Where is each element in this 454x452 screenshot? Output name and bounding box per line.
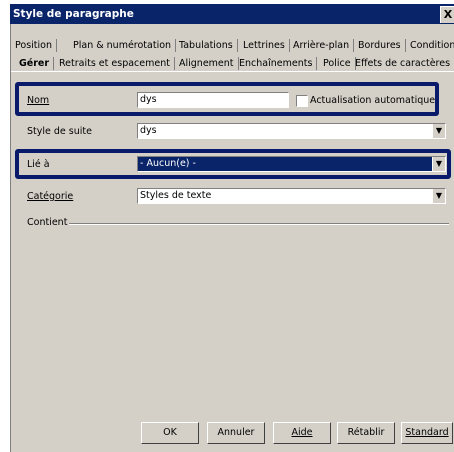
tab-plan-numerotation[interactable]: Plan & numérotation: [69, 38, 177, 53]
tab-bordures[interactable]: Bordures: [354, 38, 406, 53]
tab-police[interactable]: Police: [319, 56, 356, 71]
highlight-lie-box: [15, 149, 451, 179]
retablir-button[interactable]: Rétablir: [337, 422, 395, 444]
window-title: Style de paragraphe: [13, 8, 134, 20]
tab-separator: [11, 71, 454, 72]
style-suite-value: dys: [140, 125, 157, 136]
annuler-button[interactable]: Annuler: [207, 422, 265, 444]
paragraph-style-dialog: Position Plan & numérotation Tabulations…: [10, 24, 454, 452]
title-bar: Style de paragraphe X: [10, 4, 454, 24]
contient-label: Contient: [27, 217, 68, 228]
contient-separator: [69, 223, 449, 225]
close-button[interactable]: X: [440, 6, 454, 23]
tab-arriere-plan[interactable]: Arrière-plan: [289, 38, 355, 53]
tab-gerer[interactable]: Gérer: [15, 56, 55, 71]
tab-condition[interactable]: Condition: [406, 38, 454, 53]
categorie-label: Catégorie: [27, 191, 74, 202]
tab-tabulations[interactable]: Tabulations: [175, 38, 238, 53]
style-suite-label: Style de suite: [27, 126, 92, 137]
ok-button[interactable]: OK: [141, 422, 199, 444]
tab-effets-caracteres[interactable]: Effets de caractères: [351, 56, 454, 71]
highlight-nom-box: [15, 82, 439, 116]
categorie-value: Styles de texte: [140, 190, 212, 201]
tab-enchainements[interactable]: Enchaînements: [235, 56, 318, 71]
aide-button[interactable]: Aide: [273, 422, 331, 444]
standard-button[interactable]: Standard: [401, 422, 453, 444]
tab-row-1: Position Plan & numérotation Tabulations…: [11, 38, 454, 54]
chevron-down-icon[interactable]: ▼: [432, 124, 445, 138]
style-suite-select[interactable]: dys ▼: [137, 123, 446, 139]
tab-row-2: Gérer Retraits et espacement Alignement …: [11, 56, 454, 72]
tab-alignement[interactable]: Alignement: [175, 56, 239, 71]
chevron-down-icon[interactable]: ▼: [432, 189, 445, 203]
tab-position[interactable]: Position: [11, 38, 57, 53]
tab-lettrines[interactable]: Lettrines: [239, 38, 290, 53]
tab-retraits-espacement[interactable]: Retraits et espacement: [55, 56, 175, 71]
categorie-select[interactable]: Styles de texte ▼: [137, 188, 446, 204]
